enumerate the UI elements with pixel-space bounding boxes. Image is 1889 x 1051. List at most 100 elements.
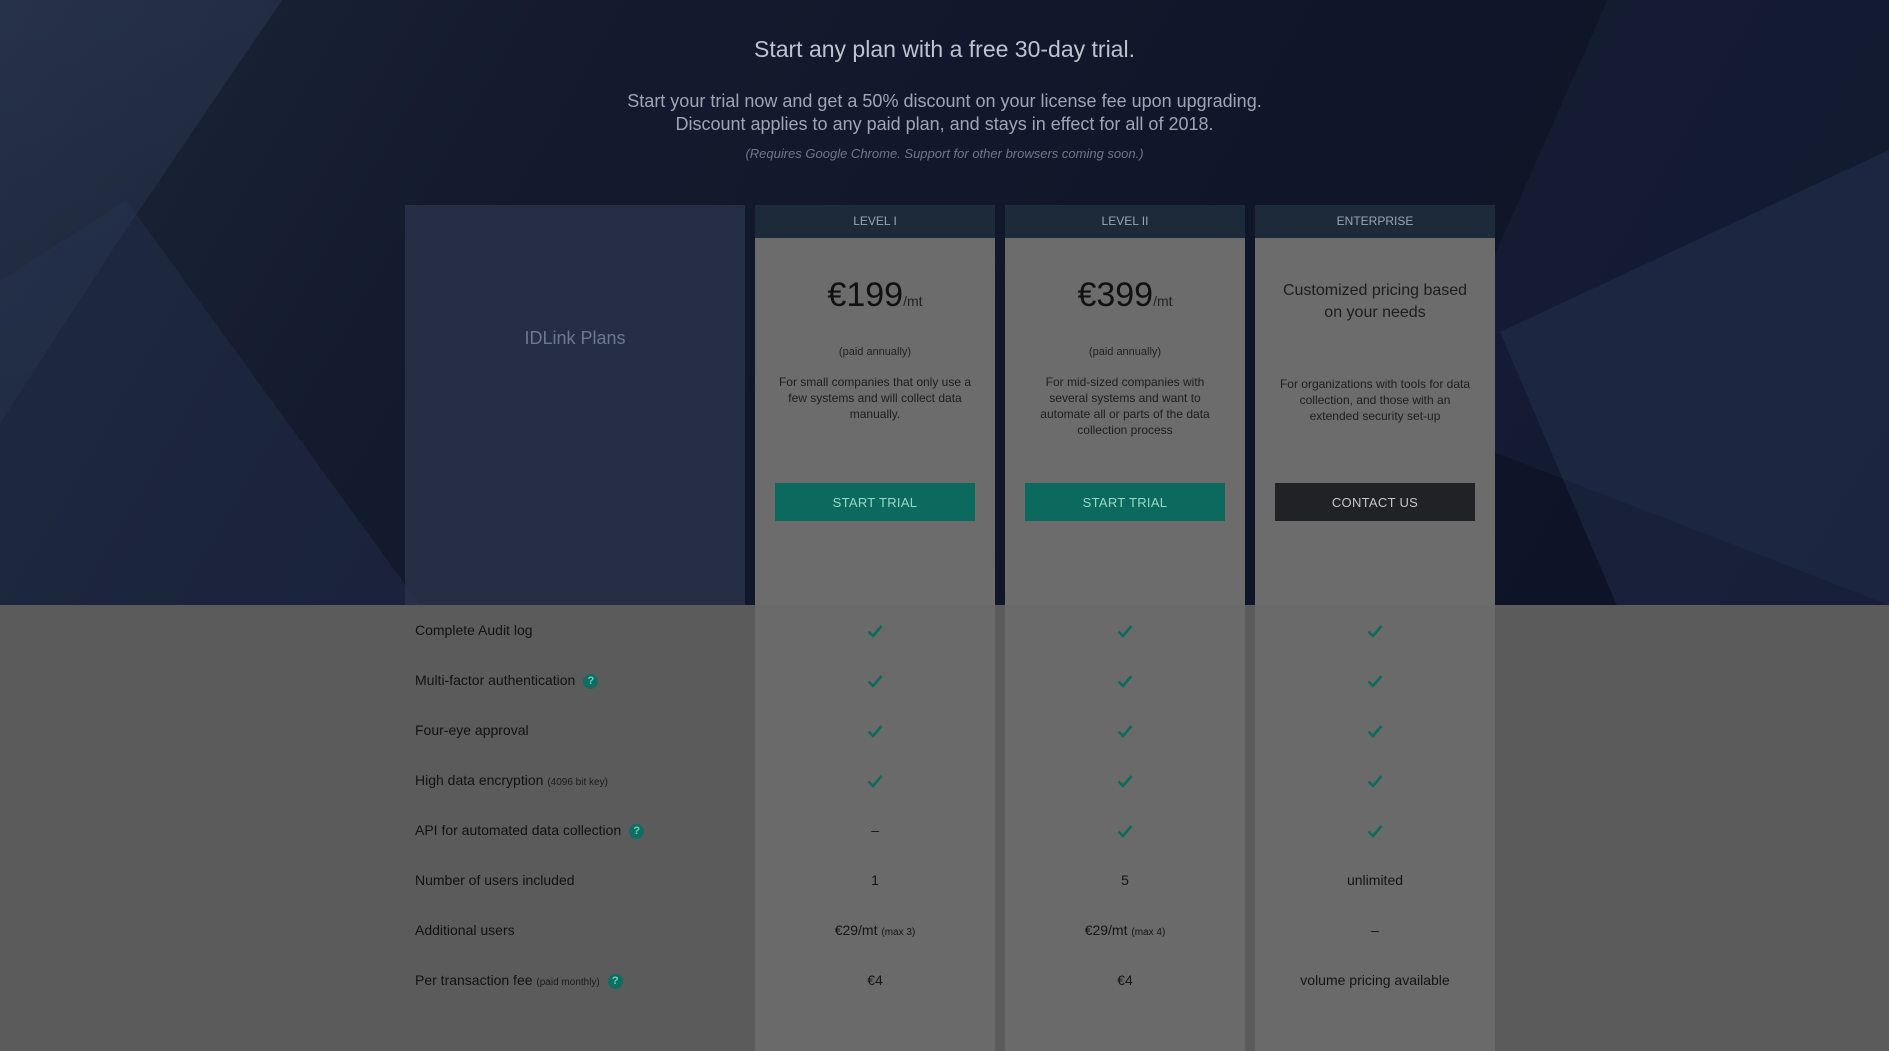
billing-note: (paid annually)	[1088, 346, 1162, 358]
plan-header: ENTERPRISE	[1255, 205, 1495, 238]
value-text: €4	[867, 972, 883, 988]
value-text: –	[1371, 922, 1379, 938]
check-icon	[1117, 675, 1133, 689]
feature-value	[755, 655, 995, 705]
feature-label: Per transaction fee	[415, 972, 533, 988]
intro-subtitle: Start your trial now and get a 50% disco…	[0, 90, 1889, 136]
feature-value	[755, 605, 995, 655]
custom-pricing-text: Customized pricing based on your needs	[1282, 282, 1468, 321]
feature-value	[1255, 805, 1495, 855]
feature-value	[755, 755, 995, 805]
plan-card: €199/mt (paid annually) For small compan…	[755, 238, 995, 605]
feature-name: Number of users included	[415, 855, 575, 905]
plan-description: For organizations with tools for data co…	[1279, 377, 1471, 423]
start-trial-button[interactable]: START TRIAL	[775, 483, 975, 521]
feature-label: Four-eye approval	[415, 722, 529, 738]
feature-note: (4096 bit key)	[547, 777, 608, 788]
hero-facet	[0, 200, 420, 605]
feature-name: High data encryption (4096 bit key)	[415, 755, 608, 805]
feature-name: Four-eye approval	[415, 705, 529, 755]
value-text: unlimited	[1346, 872, 1404, 888]
feature-value: volume pricing available	[1255, 955, 1495, 1005]
feature-value	[1005, 755, 1245, 805]
feature-value	[1005, 655, 1245, 705]
plan-card: €399/mt (paid annually) For mid-sized co…	[1005, 238, 1245, 605]
check-icon	[867, 725, 883, 739]
feature-value: €29/mt (max 3)	[755, 905, 995, 955]
feature-label: Complete Audit log	[415, 622, 533, 638]
check-icon	[1367, 775, 1383, 789]
feature-value: €4	[1005, 955, 1245, 1005]
feature-value: 5	[1005, 855, 1245, 905]
value-text: €4	[1117, 972, 1133, 988]
price-period: /mt	[903, 293, 923, 309]
plan-header: LEVEL I	[755, 205, 995, 238]
feature-value: €29/mt (max 4)	[1005, 905, 1245, 955]
start-trial-button[interactable]: START TRIAL	[1025, 483, 1225, 521]
plan-card: Customized pricing based on your needs F…	[1255, 238, 1495, 605]
feature-row: Additional users €29/mt (max 3) €29/mt (…	[405, 905, 1495, 955]
feature-row: Complete Audit log	[405, 605, 1495, 655]
plan-header: LEVEL II	[1005, 205, 1245, 238]
browser-note: (Requires Google Chrome. Support for oth…	[745, 146, 1144, 161]
feature-label: High data encryption	[415, 772, 544, 788]
plan-price: €199	[827, 276, 904, 314]
feature-value: –	[1255, 905, 1495, 955]
price-period: /mt	[1153, 293, 1173, 309]
intro-subtitle-line: Discount applies to any paid plan, and s…	[675, 114, 1214, 134]
value-note: (max 4)	[1131, 927, 1166, 938]
plan-description: For small companies that only use a few …	[778, 375, 972, 421]
feature-value	[1005, 805, 1245, 855]
check-icon	[1117, 775, 1133, 789]
plans-label-panel: IDLink Plans	[405, 205, 745, 605]
feature-value: €4	[755, 955, 995, 1005]
feature-row: Per transaction fee (paid monthly)? €4 €…	[405, 955, 1495, 1005]
check-icon	[1117, 825, 1133, 839]
help-icon[interactable]: ?	[629, 823, 645, 839]
check-icon	[1367, 725, 1383, 739]
value-text: volume pricing available	[1300, 972, 1450, 988]
feature-name: Additional users	[415, 905, 515, 955]
feature-name: Per transaction fee (paid monthly)?	[415, 955, 623, 1005]
check-icon	[867, 675, 883, 689]
intro-subtitle-line: Start your trial now and get a 50% disco…	[627, 91, 1262, 111]
feature-row: Four-eye approval	[405, 705, 1495, 755]
feature-value: –	[755, 805, 995, 855]
value-text: 1	[871, 872, 879, 888]
feature-value	[1255, 655, 1495, 705]
feature-name: Complete Audit log	[415, 605, 533, 655]
feature-value	[1255, 705, 1495, 755]
feature-name: Multi-factor authentication?	[415, 655, 599, 705]
plan-price: €399	[1077, 276, 1154, 314]
help-icon[interactable]: ?	[583, 673, 599, 689]
value-note: (max 3)	[881, 927, 916, 938]
value-text: 5	[1121, 872, 1129, 888]
feature-row: Multi-factor authentication?	[405, 655, 1495, 705]
price-row: €399/mt	[1005, 276, 1245, 315]
feature-row: High data encryption (4096 bit key)	[405, 755, 1495, 805]
feature-label: Multi-factor authentication	[415, 672, 576, 688]
feature-name: API for automated data collection?	[415, 805, 645, 855]
feature-value	[1005, 705, 1245, 755]
plans-label: IDLink Plans	[524, 328, 626, 348]
check-icon	[1367, 675, 1383, 689]
check-icon	[867, 625, 883, 639]
feature-row: Number of users included 1 5 unlimited	[405, 855, 1495, 905]
feature-row: API for automated data collection? –	[405, 805, 1495, 855]
help-icon[interactable]: ?	[607, 973, 623, 989]
billing-note: (paid annually)	[838, 346, 912, 358]
feature-label: Additional users	[415, 922, 515, 938]
feature-label: Number of users included	[415, 872, 575, 888]
feature-label: API for automated data collection	[415, 822, 622, 838]
value-text: €29/mt	[834, 922, 878, 938]
feature-value: 1	[755, 855, 995, 905]
check-icon	[867, 775, 883, 789]
intro-title: Start any plan with a free 30-day trial.	[754, 36, 1135, 62]
feature-value	[1255, 605, 1495, 655]
check-icon	[1117, 625, 1133, 639]
check-icon	[1367, 825, 1383, 839]
contact-us-button[interactable]: CONTACT US	[1275, 483, 1475, 521]
plan-description: For mid-sized companies with several sys…	[1040, 375, 1210, 437]
value-text: –	[871, 822, 879, 838]
feature-value	[755, 705, 995, 755]
